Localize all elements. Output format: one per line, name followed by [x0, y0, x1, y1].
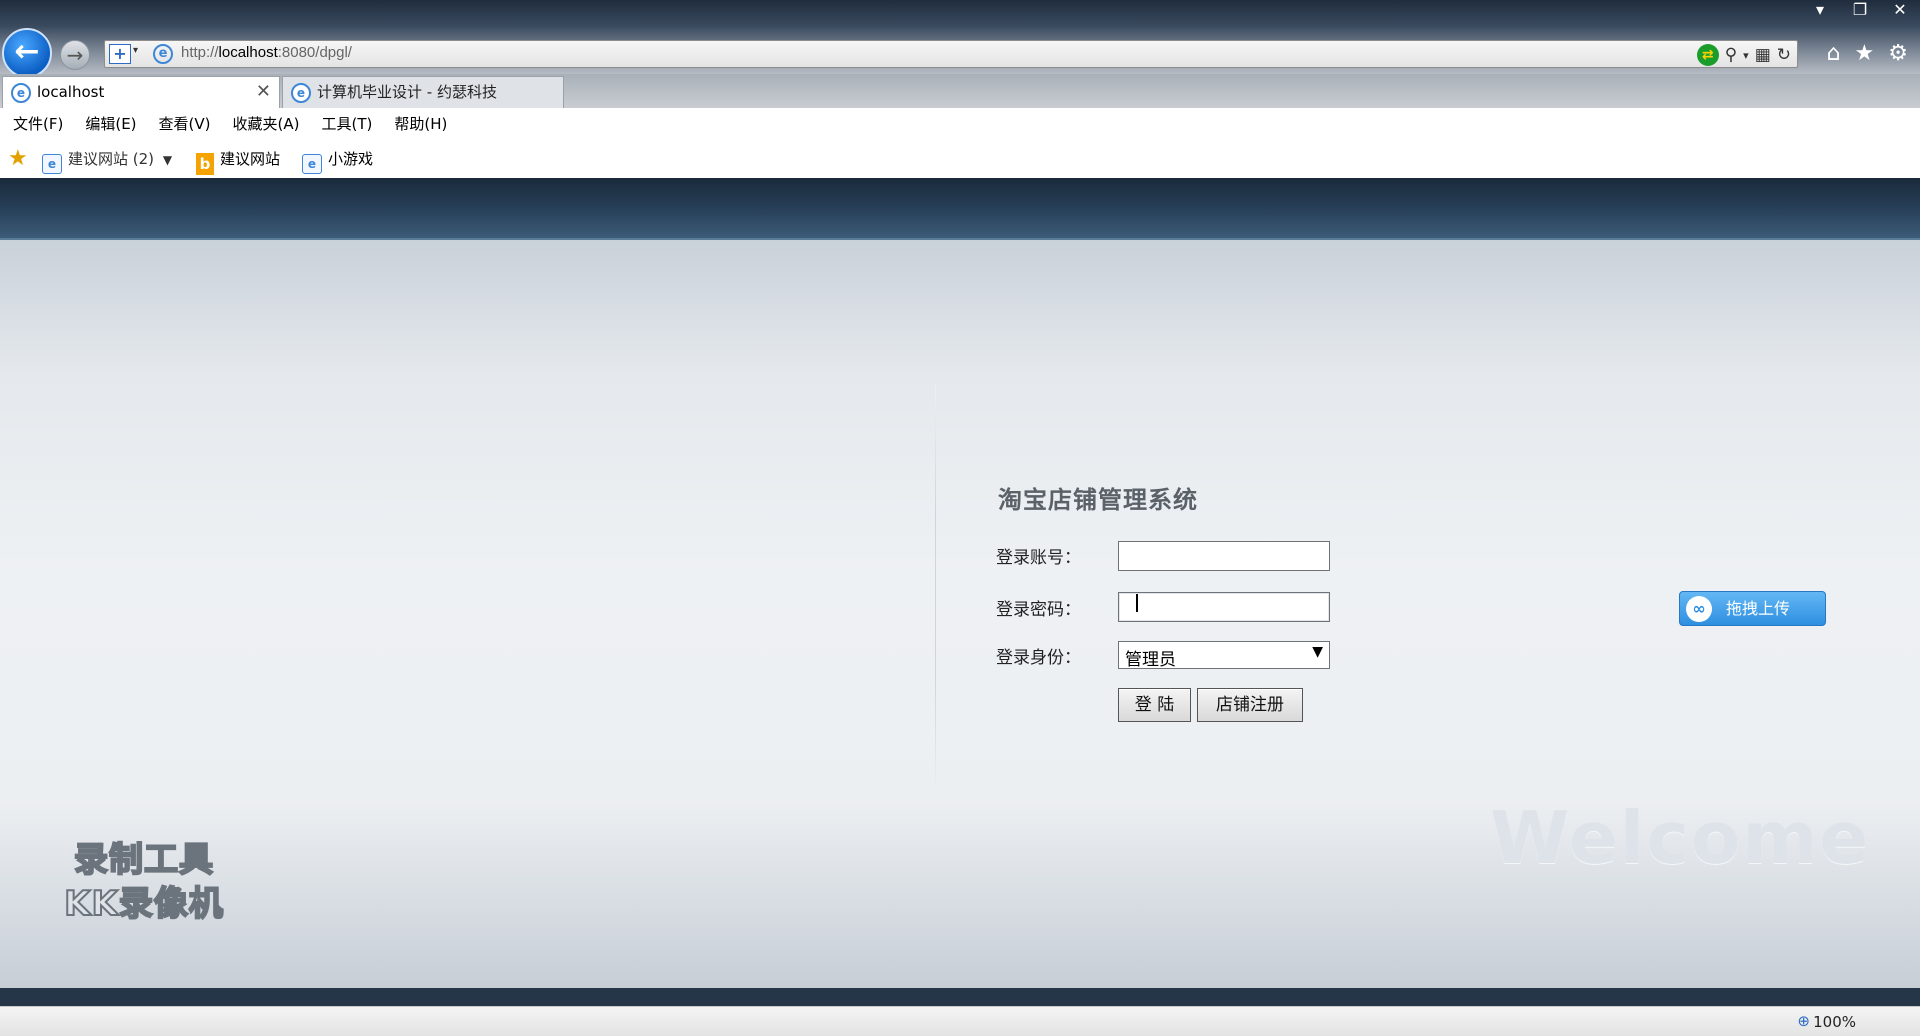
page-header-banner: [0, 178, 1920, 240]
page-title: 淘宝店铺管理系统: [998, 485, 1198, 514]
star-icon[interactable]: ★: [1855, 40, 1875, 68]
url-host: localhost: [218, 44, 278, 61]
register-shop-button[interactable]: 店铺注册: [1197, 688, 1303, 722]
login-button[interactable]: 登 陆: [1118, 688, 1191, 722]
password-input[interactable]: [1118, 592, 1330, 622]
menu-bar: 文件(F) 编辑(E) 查看(V) 收藏夹(A) 工具(T) 帮助(H): [0, 108, 1920, 140]
minimize-button[interactable]: ▾: [1800, 0, 1840, 20]
restore-button[interactable]: ❐: [1840, 0, 1880, 20]
role-label: 登录身份：: [996, 648, 1081, 668]
forward-button[interactable]: →: [60, 40, 90, 70]
tab-localhost[interactable]: e localhost ✕: [2, 76, 280, 108]
role-select-value: 管理员: [1125, 650, 1176, 670]
chevron-down-icon[interactable]: ▾: [133, 45, 138, 56]
chevron-down-icon: ▼: [162, 153, 173, 167]
welcome-watermark: Welcome: [1490, 796, 1871, 880]
fav-label: 小游戏: [328, 150, 374, 168]
recorder-line-2: KK录像机: [63, 883, 224, 925]
url-text[interactable]: http://localhost:8080/dpgl/: [181, 44, 352, 61]
bing-icon: b: [196, 153, 214, 175]
arrow-right-icon: →: [66, 43, 84, 67]
ie-page-icon: e: [291, 83, 311, 103]
menu-edit[interactable]: 编辑(E): [85, 108, 136, 140]
tab-label: 计算机毕业设计 - 约瑟科技: [317, 83, 497, 101]
role-select[interactable]: 管理员 ▼: [1118, 641, 1330, 670]
compat-page-icon[interactable]: ▦: [1755, 45, 1771, 65]
favorites-bar: ★ e 建议网站 (2) ▼ b 建议网站 e 小游戏: [0, 140, 1920, 178]
search-icon[interactable]: ⚲: [1725, 45, 1737, 65]
ie-page-icon: e: [42, 154, 62, 174]
account-input[interactable]: [1118, 541, 1330, 571]
menu-tools[interactable]: 工具(T): [321, 108, 372, 140]
chevron-down-icon: ▼: [1312, 644, 1323, 660]
fav-suggested-sites[interactable]: b 建议网站: [196, 140, 280, 178]
drag-upload-button[interactable]: ∞ 拖拽上传: [1679, 591, 1826, 626]
close-window-button[interactable]: ✕: [1880, 0, 1920, 20]
cloud-icon: ∞: [1686, 596, 1712, 622]
window-controls: ▾ ❐ ✕: [1800, 0, 1920, 20]
account-label: 登录账号：: [996, 548, 1081, 568]
upload-label: 拖拽上传: [1726, 599, 1791, 618]
recorder-line-1: 录制工具: [73, 839, 214, 881]
menu-view[interactable]: 查看(V): [159, 108, 211, 140]
chevron-down-icon[interactable]: ▾: [1743, 49, 1749, 62]
address-bar[interactable]: + ▾ e http://localhost:8080/dpgl/ ⇄ ⚲ ▾ …: [104, 40, 1798, 68]
text-cursor: [1136, 594, 1138, 612]
recorder-watermark: 录制工具 KK录像机: [44, 838, 244, 926]
ie-page-icon: e: [11, 83, 31, 103]
zoom-level[interactable]: 100%: [1813, 1013, 1856, 1031]
close-tab-icon[interactable]: ✕: [256, 77, 271, 107]
fav-label: 建议网站: [220, 150, 281, 168]
url-path: :8080/dpgl/: [277, 44, 352, 61]
browser-tools: ⌂ ★ ⚙: [1827, 40, 1920, 68]
status-bar: ⊕ 100%: [0, 1006, 1920, 1036]
ie-page-icon: e: [302, 154, 322, 174]
add-site-icon[interactable]: +: [109, 44, 131, 64]
menu-help[interactable]: 帮助(H): [394, 108, 447, 140]
zoom-icon: ⊕: [1797, 1012, 1810, 1030]
tab-graduation-design[interactable]: e 计算机毕业设计 - 约瑟科技: [282, 76, 564, 108]
back-button[interactable]: ←: [2, 28, 52, 78]
address-bar-actions: ⇄ ⚲ ▾ ▦ ↻: [1696, 43, 1791, 67]
menu-file[interactable]: 文件(F): [13, 108, 63, 140]
password-label: 登录密码：: [996, 600, 1081, 620]
page-footer-bar: [0, 988, 1920, 1006]
favorites-star-icon[interactable]: ★: [8, 148, 28, 170]
fav-mini-games[interactable]: e 小游戏: [302, 140, 373, 178]
home-icon[interactable]: ⌂: [1827, 40, 1841, 68]
compatibility-view-icon[interactable]: ⇄: [1696, 44, 1719, 66]
menu-favorites[interactable]: 收藏夹(A): [233, 108, 300, 140]
ie-page-icon: e: [153, 44, 173, 64]
fav-label: 建议网站 (2): [68, 150, 155, 168]
fav-suggested-sites-dropdown[interactable]: e 建议网站 (2) ▼: [42, 140, 172, 178]
refresh-icon[interactable]: ↻: [1777, 45, 1791, 65]
vertical-divider: [935, 385, 936, 805]
arrow-left-icon: ←: [14, 34, 40, 69]
tab-strip: e localhost ✕ e 计算机毕业设计 - 约瑟科技: [0, 74, 1920, 108]
gear-icon[interactable]: ⚙: [1888, 40, 1908, 68]
url-scheme: http://: [181, 44, 219, 61]
tab-label: localhost: [37, 83, 105, 101]
